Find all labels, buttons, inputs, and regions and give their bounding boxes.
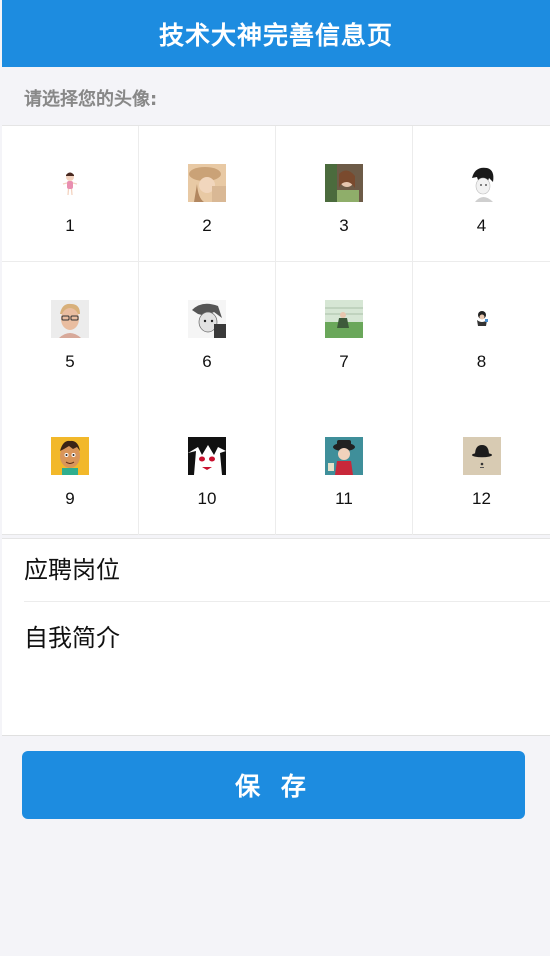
avatar-chibi-hat-icon	[325, 437, 363, 475]
avatar-number: 8	[476, 352, 487, 371]
avatar-option-10[interactable]: 10	[139, 399, 276, 535]
avatar-option-3[interactable]: 3	[276, 126, 413, 262]
avatar-bowler-hat-icon	[462, 437, 501, 475]
avatar-number: 10	[197, 489, 217, 508]
avatar-anime-red-eyes-icon	[188, 437, 226, 475]
avatar-small-figure-icon	[462, 300, 501, 338]
avatar-number: 3	[339, 216, 349, 235]
save-button[interactable]: 保 存	[22, 751, 525, 819]
avatar-option-1[interactable]: 1	[2, 126, 139, 262]
avatar-option-2[interactable]: 2	[139, 126, 276, 262]
page-title: 技术大神完善信息页	[158, 20, 393, 50]
avatar-number: 9	[65, 489, 75, 508]
position-input[interactable]	[24, 556, 524, 584]
avatar-option-5[interactable]: 5	[2, 262, 139, 399]
intro-textarea[interactable]	[24, 618, 524, 718]
avatar-grid: 1 2 3 4 5 6 7 8 9 10 11 12	[2, 125, 550, 535]
avatar-option-4[interactable]: 4	[413, 126, 550, 262]
avatar-cartoon-boy-icon	[51, 437, 89, 475]
right-edge-strip	[550, 67, 558, 956]
avatar-man-glasses-icon	[51, 300, 89, 338]
avatar-option-11[interactable]: 11	[276, 399, 413, 535]
navbar: 技术大神完善信息页	[2, 0, 550, 67]
avatar-girl-green-icon	[325, 164, 363, 202]
right-edge-strip-top	[550, 0, 558, 67]
avatar-number: 1	[65, 216, 75, 235]
avatar-number: 6	[202, 352, 212, 371]
avatar-option-8[interactable]: 8	[413, 262, 550, 399]
position-field	[24, 539, 550, 602]
avatar-girl-hat-icon	[188, 164, 226, 202]
avatar-option-12[interactable]: 12	[413, 399, 550, 535]
avatar-number: 7	[339, 352, 349, 371]
info-form	[2, 538, 550, 736]
avatar-field-sitting-icon	[325, 300, 363, 338]
avatar-number: 4	[476, 216, 487, 235]
save-button-label: 保 存	[235, 772, 312, 801]
avatar-number: 11	[335, 489, 353, 508]
avatar-section-title: 请选择您的头像:	[24, 89, 158, 110]
avatar-option-6[interactable]: 6	[139, 262, 276, 399]
avatar-cartoon-girl-icon	[51, 164, 89, 202]
avatar-option-9[interactable]: 9	[2, 399, 139, 535]
avatar-number: 12	[472, 489, 491, 508]
intro-field	[24, 602, 550, 732]
avatar-number: 5	[65, 352, 75, 371]
avatar-sketch-boy-icon	[462, 164, 501, 202]
avatar-manga-face-icon	[188, 300, 226, 338]
avatar-option-7[interactable]: 7	[276, 262, 413, 399]
avatar-number: 2	[202, 216, 212, 235]
